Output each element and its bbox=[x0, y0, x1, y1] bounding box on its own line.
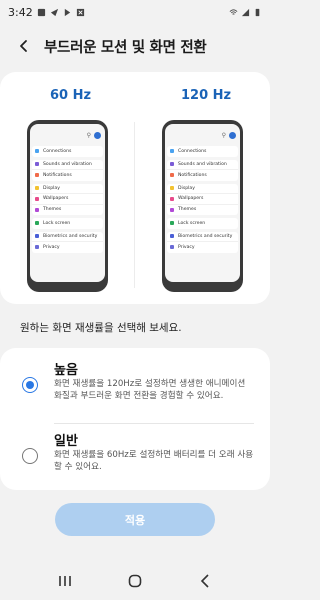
settings-item: Biometrics and security bbox=[32, 232, 103, 242]
settings-item: Wallpapers bbox=[32, 194, 103, 205]
settings-item: Lock screen bbox=[32, 218, 103, 229]
settings-item: Lock screen bbox=[167, 218, 238, 229]
settings-item: Connections bbox=[167, 146, 238, 157]
option-normal[interactable]: 일반 화면 재생률을 60Hz로 설정하면 배터리를 더 오래 사용할 수 있어… bbox=[0, 425, 270, 490]
wifi-icon bbox=[229, 8, 238, 15]
settings-item: Notifications bbox=[167, 170, 238, 181]
search-icon: ⚲ bbox=[86, 131, 91, 139]
settings-item: Themes bbox=[167, 205, 238, 216]
phone-preview-60hz: ⚲ Connections Sounds and vibration Notif… bbox=[27, 120, 108, 292]
home-button[interactable] bbox=[117, 566, 153, 596]
recents-button[interactable] bbox=[47, 566, 83, 596]
notification-icon bbox=[76, 8, 84, 16]
refresh-rate-options: 높음 화면 재생률을 120Hz로 설정하면 생생한 애니메이션 화질과 부드러… bbox=[0, 348, 270, 490]
back-button[interactable] bbox=[6, 28, 42, 64]
settings-item: Sounds and vibration bbox=[167, 160, 238, 170]
radio-high[interactable] bbox=[22, 377, 38, 393]
phone-screen: ⚲ Connections Sounds and vibration Notif… bbox=[165, 124, 240, 282]
radio-normal[interactable] bbox=[22, 448, 38, 464]
home-icon bbox=[128, 574, 142, 588]
avatar bbox=[94, 131, 101, 139]
nav-back-button[interactable] bbox=[187, 566, 223, 596]
nav-back-icon bbox=[200, 574, 209, 588]
settings-item: Wallpapers bbox=[167, 194, 238, 205]
settings-item: Notifications bbox=[32, 170, 103, 181]
settings-item: Privacy bbox=[32, 242, 103, 253]
option-high[interactable]: 높음 화면 재생률을 120Hz로 설정하면 생생한 애니메이션 화질과 부드러… bbox=[0, 348, 270, 424]
settings-item: Biometrics and security bbox=[167, 232, 238, 242]
option-normal-description: 화면 재생률을 60Hz로 설정하면 배터리를 더 오래 사용할 수 있어요. bbox=[54, 450, 254, 472]
recents-icon bbox=[59, 576, 71, 586]
page-title: 부드러운 모션 및 화면 전환 bbox=[44, 39, 207, 56]
navigation-bar bbox=[0, 562, 270, 600]
send-icon bbox=[50, 8, 58, 16]
option-high-description: 화면 재생률을 120Hz로 설정하면 생생한 애니메이션 화질과 부드러운 화… bbox=[54, 379, 246, 401]
status-time: 3:42 bbox=[8, 5, 33, 19]
settings-item: Themes bbox=[32, 205, 103, 216]
hz-label-120: 120 Hz bbox=[181, 88, 232, 103]
options-divider bbox=[54, 423, 254, 424]
signal-icon bbox=[241, 8, 250, 16]
search-icon: ⚲ bbox=[221, 131, 226, 139]
settings-item: Privacy bbox=[167, 242, 238, 253]
battery-icon bbox=[255, 8, 260, 16]
header: 부드러운 모션 및 화면 전환 bbox=[0, 28, 270, 64]
gallery-icon bbox=[37, 8, 45, 16]
preview-divider bbox=[134, 122, 135, 288]
settings-item: Sounds and vibration bbox=[32, 160, 103, 170]
settings-item: Display bbox=[167, 184, 238, 194]
phone-screen: ⚲ Connections Sounds and vibration Notif… bbox=[30, 124, 105, 282]
option-normal-title: 일반 bbox=[54, 434, 78, 449]
avatar bbox=[229, 131, 236, 139]
play-icon bbox=[64, 8, 70, 16]
status-bar: 3:42 bbox=[0, 0, 270, 24]
refresh-rate-preview: 60 Hz 120 Hz ⚲ Connections Sounds and vi… bbox=[0, 72, 270, 304]
option-high-title: 높음 bbox=[54, 363, 78, 378]
phone-preview-120hz: ⚲ Connections Sounds and vibration Notif… bbox=[162, 120, 243, 292]
apply-button[interactable]: 적용 bbox=[55, 503, 215, 536]
hz-label-60: 60 Hz bbox=[50, 88, 92, 103]
selection-hint: 원하는 화면 재생률을 선택해 보세요. bbox=[20, 322, 182, 334]
settings-item: Connections bbox=[32, 146, 103, 157]
settings-item: Display bbox=[32, 184, 103, 194]
back-arrow-icon bbox=[20, 40, 27, 52]
